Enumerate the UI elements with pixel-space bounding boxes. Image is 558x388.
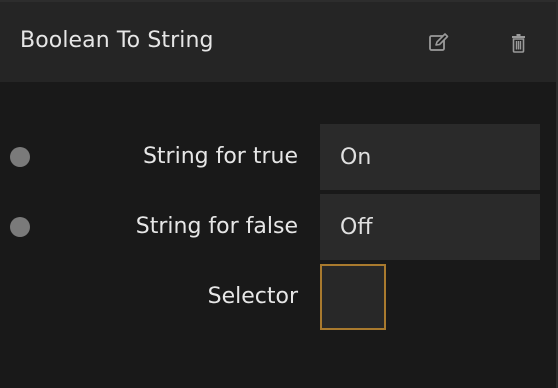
edit-button[interactable]: [428, 32, 450, 54]
label-selector: Selector: [207, 284, 298, 309]
label-string-false: String for false: [135, 214, 298, 239]
node-header: Boolean To String: [0, 0, 556, 82]
row-string-true: String for true: [0, 124, 556, 190]
row-selector: Selector: [0, 264, 556, 330]
trash-icon: [512, 34, 525, 53]
string-true-field[interactable]: [320, 124, 540, 190]
selector-slot[interactable]: [320, 264, 386, 330]
row-string-false: String for false: [0, 194, 556, 260]
delete-button[interactable]: [509, 32, 531, 54]
node-panel: Boolean To String String for true String: [0, 0, 558, 388]
label-string-true: String for true: [142, 144, 298, 169]
node-title: Boolean To String: [20, 28, 214, 53]
string-false-field[interactable]: [320, 194, 540, 260]
input-port-true[interactable]: [10, 147, 30, 167]
input-port-false[interactable]: [10, 217, 30, 237]
edit-icon: [429, 33, 449, 51]
